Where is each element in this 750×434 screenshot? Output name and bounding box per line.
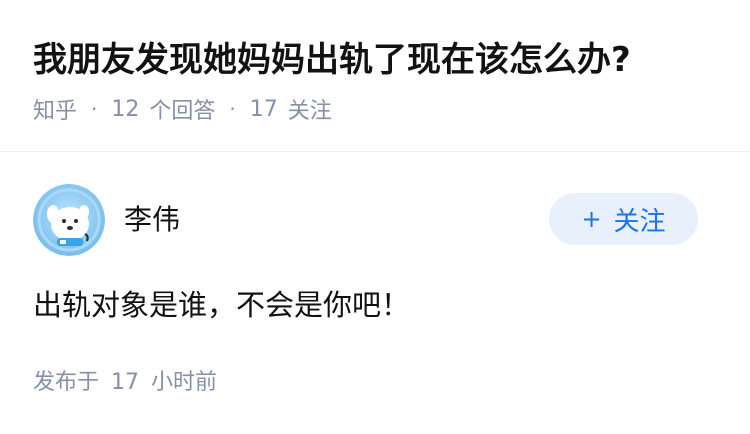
follower-count: 17 [249,96,278,122]
publish-prefix: 发布于 [33,370,100,395]
question-title[interactable]: 我朋友发现她妈妈出轨了现在该怎么办? [33,38,631,82]
avatar[interactable] [33,184,105,256]
publish-unit: 小时前 [151,370,218,395]
publish-time: 发布于 17 小时前 [33,368,217,398]
meta-separator: · [229,97,236,121]
follower-count-label: 关注 [287,99,332,124]
question-meta: 知乎 · 12 个回答 · 17 关注 [33,93,332,125]
source-label[interactable]: 知乎 [33,93,77,125]
follow-button[interactable]: + 关注 [549,193,698,245]
follow-button-label: 关注 [613,206,666,237]
avatar-dog-icon [33,184,105,256]
publish-num: 17 [111,370,140,395]
answer-count: 12 [111,96,140,122]
answer-content[interactable]: 出轨对象是谁，不会是你吧！ [33,284,410,326]
question-header: 我朋友发现她妈妈出轨了现在该怎么办? 知乎 · 12 个回答 · 17 关注 [0,0,750,152]
plus-icon: + [581,205,602,233]
answer-author-row: 李伟 + 关注 [33,184,713,256]
meta-separator: · [91,97,98,121]
answer-count-label: 个回答 [149,99,216,124]
author-name[interactable]: 李伟 [124,202,180,238]
